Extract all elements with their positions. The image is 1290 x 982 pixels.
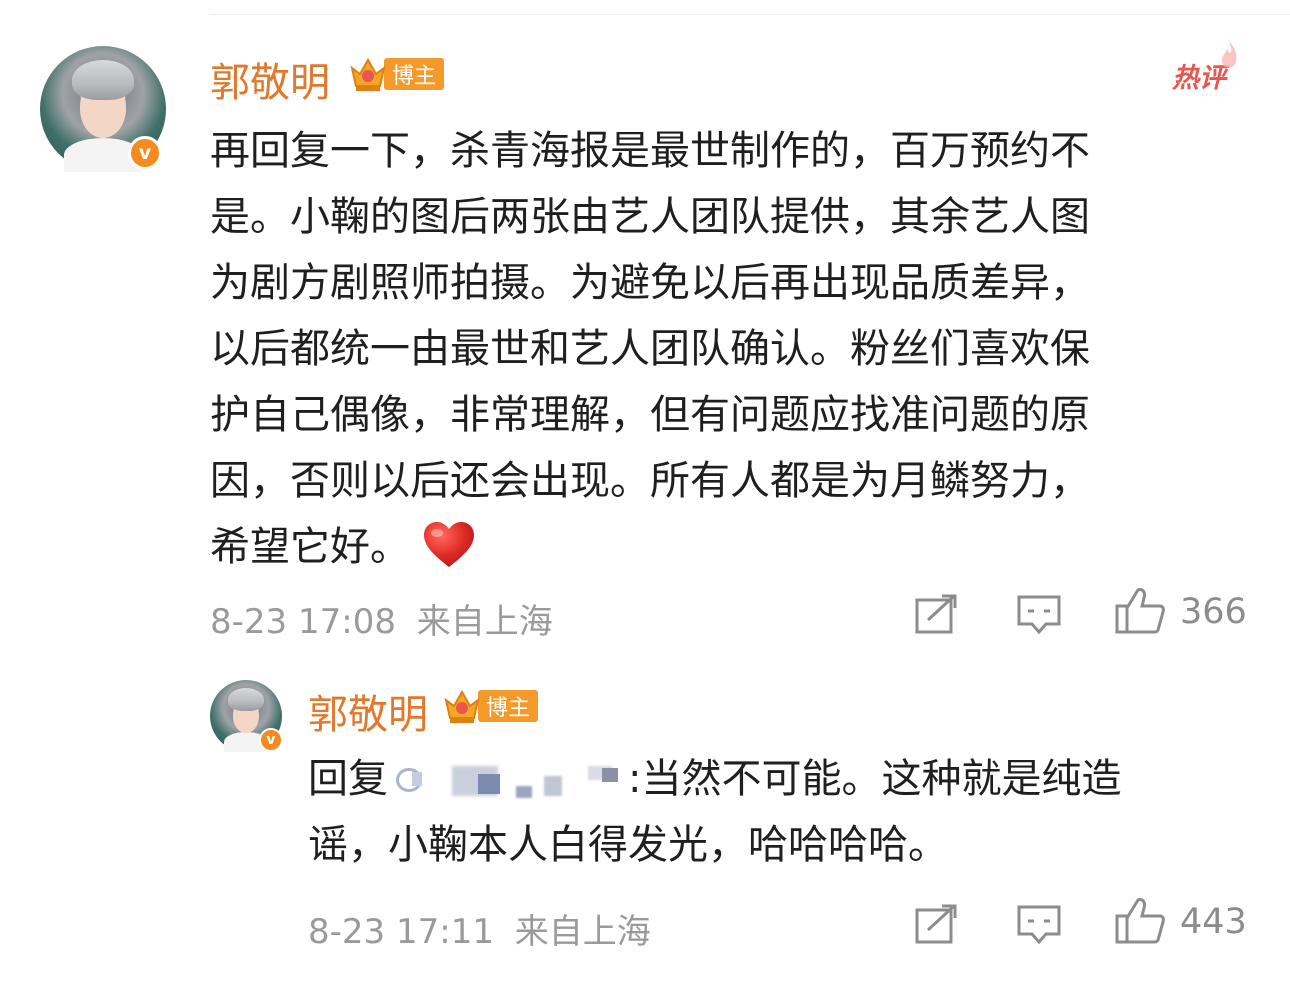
crown-icon	[444, 689, 480, 723]
share-icon[interactable]	[914, 904, 958, 944]
hot-comment-tag: 热评	[1172, 40, 1237, 95]
like-icon[interactable]	[1114, 586, 1166, 636]
reply-text: :当然不可能。这种就是纯造	[628, 756, 1122, 802]
verified-badge-icon: v	[259, 728, 283, 752]
comment-line: 是。小鞠的图后两张由艺人团队提供，其余艺人图	[210, 194, 1090, 240]
comment-line: 因，否则以后还会出现。所有人都是为月鳞努力，	[210, 458, 1090, 504]
blogger-badge-label: 博主	[478, 690, 539, 722]
like-count: 443	[1180, 902, 1247, 942]
reply-body: 回复 :当然不可能。这种就是纯造 谣，小鞠本人白得发光，哈哈哈哈。	[308, 746, 1248, 878]
comment-line: 希望它好。	[210, 524, 410, 570]
comment-line: 为剧方剧照师拍摄。为避免以后再出现品质差异，	[210, 260, 1090, 306]
blogger-badge-label: 博主	[384, 58, 445, 90]
timestamp: 8-23 17:11	[308, 912, 494, 952]
share-icon[interactable]	[914, 594, 958, 634]
like-count: 366	[1180, 592, 1247, 632]
blogger-badge: 博主	[442, 686, 539, 726]
crown-icon	[350, 57, 386, 91]
like-icon[interactable]	[1114, 896, 1166, 946]
comment-body: 再回复一下，杀青海报是最世制作的，百万预约不 是。小鞠的图后两张由艺人团队提供，…	[210, 118, 1250, 580]
comment-line: 再回复一下，杀青海报是最世制作的，百万预约不	[210, 128, 1090, 174]
verified-badge-icon: v	[128, 136, 162, 170]
reply-prefix: 回复	[308, 756, 388, 802]
author-name[interactable]: 郭敬明	[308, 682, 428, 740]
reply-line-1: 回复 :当然不可能。这种就是纯造	[308, 746, 1248, 812]
comment-icon[interactable]	[1016, 594, 1062, 636]
top-divider	[210, 14, 1290, 15]
flame-icon	[1221, 40, 1237, 68]
timestamp: 8-23 17:08	[210, 602, 396, 642]
location: 来自上海	[514, 912, 651, 952]
comment-meta: 8-23 17:11 来自上海	[308, 904, 651, 953]
comment-line: 护自己偶像，非常理解，但有问题应找准问题的原	[210, 392, 1090, 438]
heart-emoji-icon	[424, 522, 474, 567]
mention-redacted[interactable]	[388, 758, 628, 798]
comment-line-last: 希望它好。	[210, 514, 1250, 580]
comment-line: 以后都统一由最世和艺人团队确认。粉丝们喜欢保	[210, 326, 1090, 372]
blogger-badge: 博主	[348, 54, 445, 94]
reply-line-2: 谣，小鞠本人白得发光，哈哈哈哈。	[308, 822, 948, 868]
comment-meta: 8-23 17:08 来自上海	[210, 594, 553, 643]
avatar[interactable]: v	[40, 46, 166, 172]
comment-icon[interactable]	[1016, 904, 1062, 946]
author-name[interactable]: 郭敬明	[210, 50, 330, 108]
location: 来自上海	[416, 602, 553, 642]
